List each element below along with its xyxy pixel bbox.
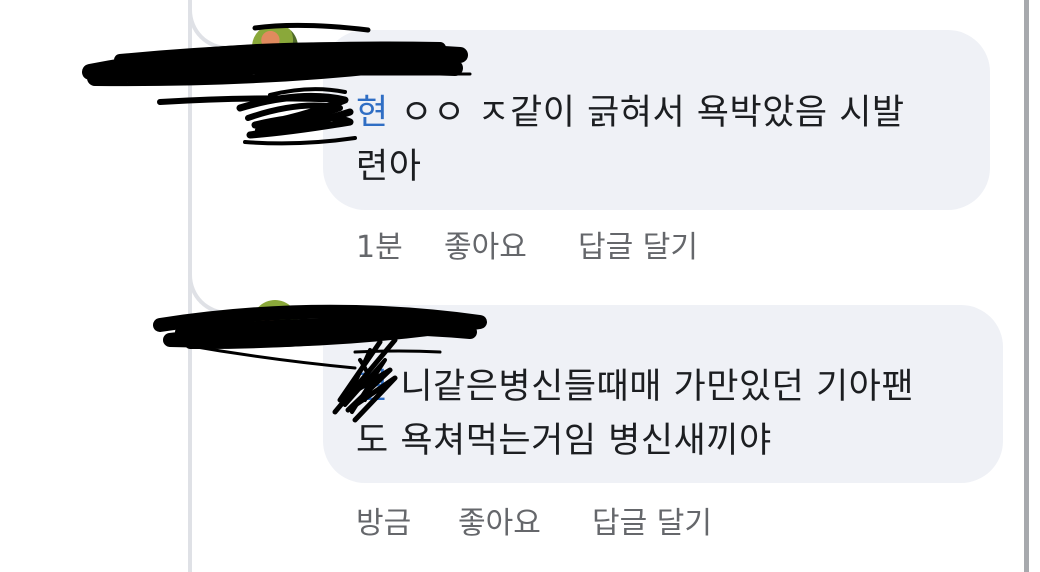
- mention-link[interactable]: 현: [356, 367, 389, 407]
- mention-link[interactable]: 현: [356, 93, 389, 133]
- timestamp[interactable]: 1분: [356, 222, 444, 266]
- like-button[interactable]: 좋아요: [458, 498, 592, 542]
- thread-connector: [188, 0, 248, 50]
- comment-text-line: 니같은병신들때매 가만있던 기아팬: [388, 367, 915, 407]
- like-button[interactable]: 좋아요: [444, 222, 578, 266]
- comment-text-line: 련아: [356, 147, 422, 187]
- thread-connector: [188, 265, 248, 315]
- timestamp[interactable]: 방금: [356, 498, 458, 542]
- comment-text-line: 도 욕쳐먹는거임 병신새끼야: [356, 421, 772, 461]
- comment-actions: 1분 좋아요 답글 달기: [356, 222, 698, 266]
- reply-button[interactable]: 답글 달기: [592, 498, 712, 542]
- comment-text: 현 니같은병신들때매 가만있던 기아팬 도 욕쳐먹는거임 병신새끼야: [356, 360, 914, 468]
- comment-actions: 방금 좋아요 답글 달기: [356, 498, 712, 542]
- right-edge-divider: [1024, 0, 1029, 572]
- avatar[interactable]: [252, 300, 298, 346]
- comment-text: 현 ㅇㅇ ㅈ같이 긁혀서 욕박았음 시발 련아: [356, 86, 905, 194]
- reply-button[interactable]: 답글 달기: [578, 222, 698, 266]
- avatar[interactable]: [252, 24, 298, 70]
- comment-text-line: ㅇㅇ ㅈ같이 긁혀서 욕박았음 시발: [388, 93, 905, 133]
